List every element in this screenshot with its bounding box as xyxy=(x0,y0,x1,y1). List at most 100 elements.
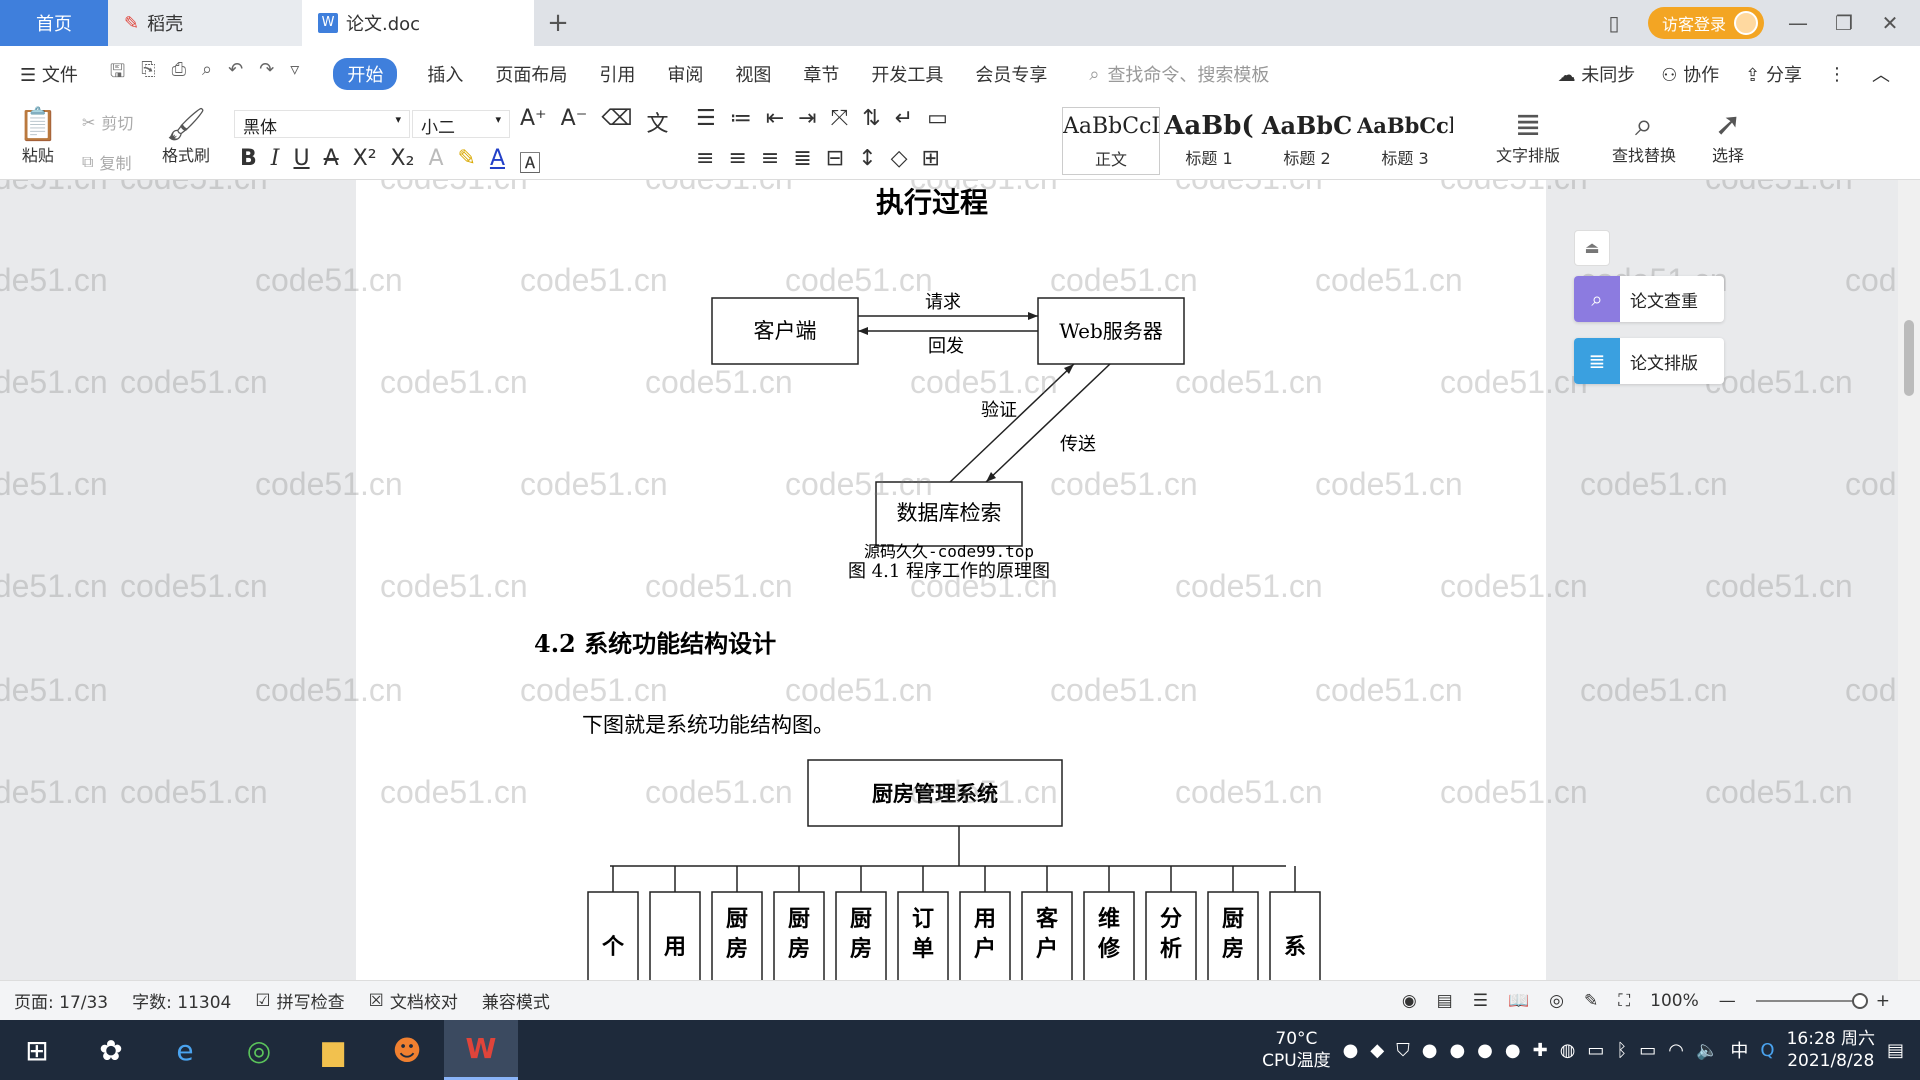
chinese-layout-icon[interactable]: ⤧ xyxy=(831,106,849,131)
tray-app-icon[interactable]: ● xyxy=(1343,1040,1359,1061)
select-button[interactable]: ➚ 选择 xyxy=(1712,106,1744,166)
proofread-button[interactable]: ☒ 文档校对 xyxy=(369,988,458,1014)
line-spacing-icon[interactable]: ↕ xyxy=(858,146,876,171)
phonetic-icon[interactable]: 文 xyxy=(646,106,668,138)
shading-icon[interactable]: ◇ xyxy=(891,146,908,171)
char-border-icon[interactable]: 🄰 xyxy=(519,146,541,178)
subscript-icon[interactable]: X₂ xyxy=(391,146,415,178)
ruler-icon[interactable]: ▭ xyxy=(927,106,948,131)
tray-app-icon[interactable]: ● xyxy=(1449,1040,1465,1061)
zoom-slider-knob[interactable] xyxy=(1851,993,1868,1009)
word-count[interactable]: 字数: 11304 xyxy=(132,988,231,1013)
text-layout-button[interactable]: ≣ 文字排版 xyxy=(1496,106,1560,166)
tab-home[interactable]: 首页 xyxy=(0,0,108,46)
distribute-icon[interactable]: ⊟ xyxy=(826,146,844,171)
tray-app-icon[interactable]: ● xyxy=(1505,1040,1521,1061)
export-icon[interactable]: ⎘ xyxy=(141,59,155,89)
wifi-icon[interactable]: ◠ xyxy=(1668,1040,1684,1061)
preview-icon[interactable]: ⌕ xyxy=(202,59,212,89)
outline-view-icon[interactable]: ☰ xyxy=(1473,991,1488,1011)
tray-app-icon[interactable]: ✚ xyxy=(1533,1040,1548,1061)
ie-browser-icon[interactable]: e xyxy=(148,1020,222,1080)
style-heading-1[interactable]: AaBb( 标题 1 xyxy=(1160,107,1258,175)
windows-start-icon[interactable]: ⊞ xyxy=(0,1020,74,1080)
zoom-slider[interactable] xyxy=(1755,993,1868,1009)
grow-font-icon[interactable]: A⁺ xyxy=(520,106,547,138)
gpu-icon[interactable]: ▭ xyxy=(1587,1040,1604,1061)
tray-app-icon[interactable]: ● xyxy=(1477,1040,1493,1061)
layout-toggle-icon[interactable]: ▯ xyxy=(1602,11,1626,35)
eye-protect-icon[interactable]: ◉ xyxy=(1402,991,1417,1011)
bold-icon[interactable]: B xyxy=(240,146,257,178)
format-painter-button[interactable]: 🖌 格式刷 xyxy=(162,106,210,166)
spell-check-button[interactable]: ☑ 拼写检查 xyxy=(255,988,344,1014)
page-counter[interactable]: 页面: 17/33 xyxy=(14,988,108,1013)
font-size-select[interactable]: 小二 ▾ xyxy=(412,110,510,138)
style-heading-3[interactable]: AaBbCcl 标题 3 xyxy=(1356,107,1454,175)
clear-format-icon[interactable]: ⌫ xyxy=(601,106,632,138)
notification-icon[interactable]: ▤ xyxy=(1887,1040,1904,1061)
font-color-icon[interactable]: A xyxy=(490,146,505,178)
zoom-out-icon[interactable]: — xyxy=(1719,991,1736,1011)
cut-button[interactable]: ✂ 剪切 xyxy=(82,110,133,134)
italic-icon[interactable]: I xyxy=(271,146,280,178)
file-explorer-icon[interactable]: ▆ xyxy=(296,1020,370,1080)
paste-button[interactable]: 📋 粘贴 xyxy=(18,106,58,166)
save-icon[interactable]: 🖫 xyxy=(110,59,125,89)
tray-app-icon[interactable]: ◆ xyxy=(1370,1040,1384,1061)
clock[interactable]: 16:28 周六 2021/8/28 xyxy=(1787,1028,1875,1072)
collab-button[interactable]: ⚇ 协作 xyxy=(1661,61,1719,87)
justify-icon[interactable]: ≣ xyxy=(793,146,811,171)
minimize-icon[interactable]: — xyxy=(1786,11,1810,35)
style-heading-2[interactable]: AaBbC 标题 2 xyxy=(1258,107,1356,175)
fit-icon[interactable]: ⛶ xyxy=(1618,991,1630,1011)
print-icon[interactable]: ⎙ xyxy=(172,59,186,89)
shrink-font-icon[interactable]: A⁻ xyxy=(561,106,588,138)
menu-insert[interactable]: 插入 xyxy=(427,61,463,87)
copy-button[interactable]: ⧉ 复制 xyxy=(82,150,131,174)
tab-daoke[interactable]: ✎ 稻壳 xyxy=(108,0,302,46)
sync-status[interactable]: ☁ 未同步 xyxy=(1558,61,1636,87)
vertical-scrollbar[interactable] xyxy=(1898,180,1920,980)
find-replace-button[interactable]: ⌕ 查找替换 xyxy=(1612,106,1676,166)
fan-app-icon[interactable]: ✿ xyxy=(74,1020,148,1080)
zoom-level[interactable]: 100% xyxy=(1650,991,1699,1011)
menu-chapter[interactable]: 章节 xyxy=(803,61,839,87)
file-menu[interactable]: ☰ 文件 xyxy=(20,61,78,87)
text-effect-icon[interactable]: A xyxy=(428,146,443,178)
style-normal[interactable]: AaBbCcI 正文 xyxy=(1062,107,1160,175)
undo-icon[interactable]: ↶ xyxy=(228,59,243,89)
more-icon[interactable]: ⋮ xyxy=(1828,64,1846,85)
strikethrough-icon[interactable]: A xyxy=(324,146,339,178)
outdent-icon[interactable]: ⇤ xyxy=(766,106,784,131)
align-center-icon[interactable]: ≡ xyxy=(728,146,746,171)
zoom-in-icon[interactable]: + xyxy=(1876,991,1890,1011)
shield-icon[interactable]: ⛉ xyxy=(1396,1040,1410,1061)
tray-app-icon[interactable]: ◍ xyxy=(1560,1040,1576,1061)
document-page[interactable]: 执行过程 客户端 Web服务器 请求 回发 验证 传送 数据库检索 源码久久-c… xyxy=(356,180,1546,980)
ime-indicator[interactable]: 中 xyxy=(1730,1037,1748,1063)
pen-icon[interactable]: ✎ xyxy=(1584,991,1598,1011)
menu-home[interactable]: 开始 xyxy=(333,58,398,90)
command-search[interactable]: ⌕ 查找命令、搜索模板 xyxy=(1089,61,1269,87)
paper-layout-button[interactable]: ≣ 论文排版 xyxy=(1574,338,1724,384)
numbered-list-icon[interactable]: ≔ xyxy=(730,106,752,131)
share-button[interactable]: ⇪ 分享 xyxy=(1745,61,1802,87)
font-family-select[interactable]: 黑体 ▾ xyxy=(234,110,410,138)
show-marks-icon[interactable]: ↵ xyxy=(895,106,913,131)
superscript-icon[interactable]: X² xyxy=(353,146,377,178)
more-dropdown-icon[interactable]: ▿ xyxy=(290,59,299,89)
side-panel-collapse-button[interactable]: ⏏ xyxy=(1574,230,1610,266)
borders-icon[interactable]: ⊞ xyxy=(922,146,940,171)
qq-icon[interactable]: Q xyxy=(1760,1040,1774,1061)
menu-page-layout[interactable]: 页面布局 xyxy=(495,61,567,87)
bluetooth-icon[interactable]: ᛒ xyxy=(1616,1040,1627,1061)
wps-taskbar-icon[interactable]: W xyxy=(444,1020,518,1080)
restore-icon[interactable]: ❐ xyxy=(1832,11,1856,35)
game-app-icon[interactable]: ☻ xyxy=(370,1020,444,1080)
menu-review[interactable]: 审阅 xyxy=(667,61,703,87)
collapse-ribbon-icon[interactable]: ︿ xyxy=(1872,61,1890,87)
close-icon[interactable]: ✕ xyxy=(1878,11,1902,35)
menu-view[interactable]: 视图 xyxy=(735,61,771,87)
highlight-icon[interactable]: ✎ xyxy=(458,146,476,178)
